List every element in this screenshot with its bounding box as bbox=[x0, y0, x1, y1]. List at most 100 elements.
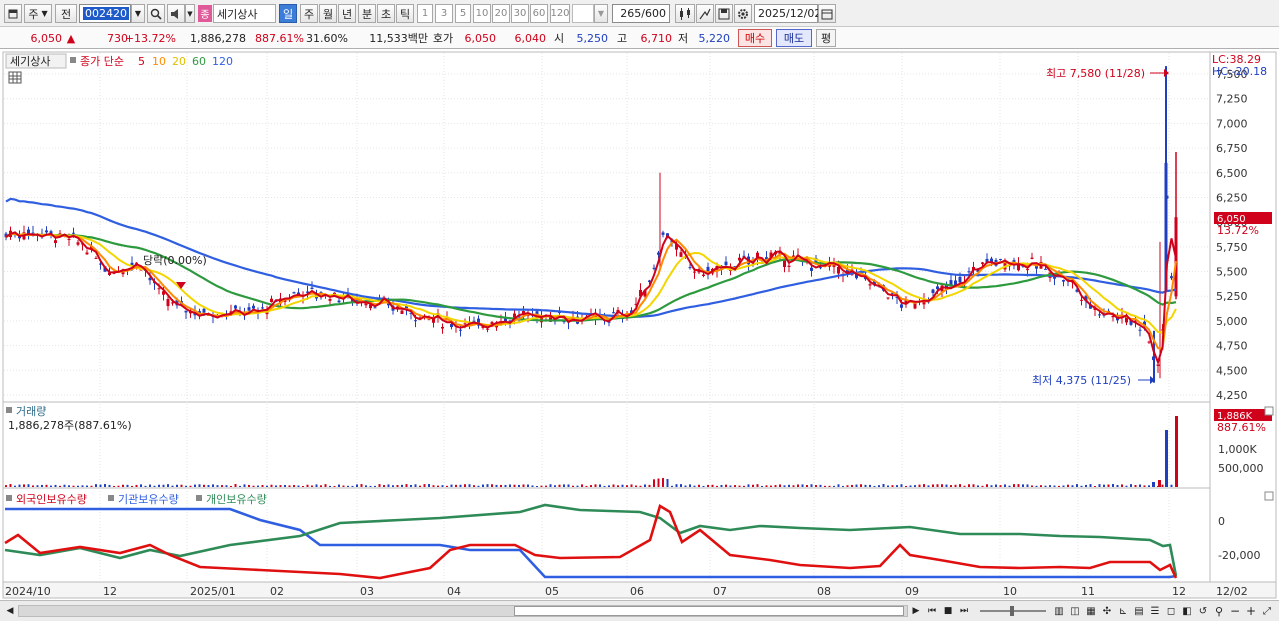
volume-bar bbox=[950, 485, 952, 487]
code-dropdown-icon[interactable]: ▼ bbox=[131, 4, 145, 23]
interval-button-8[interactable]: 120 bbox=[550, 4, 570, 23]
zoom-out-icon[interactable]: − bbox=[1228, 604, 1242, 618]
volume-bar bbox=[32, 485, 34, 487]
undo-icon[interactable]: ↺ bbox=[1196, 604, 1210, 618]
interval-button-1[interactable]: 1 bbox=[417, 4, 433, 23]
prev-button[interactable]: 전 bbox=[55, 4, 77, 23]
volume-bar bbox=[1107, 484, 1110, 487]
bar-chart-icon[interactable]: ▥ bbox=[1052, 604, 1066, 618]
fast-forward-icon[interactable]: ⏭ bbox=[957, 604, 971, 618]
calendar-icon[interactable] bbox=[818, 4, 836, 23]
measure-icon[interactable]: ⊾ bbox=[1116, 604, 1130, 618]
gear-icon[interactable] bbox=[734, 4, 752, 23]
x-axis-label: 12/02 bbox=[1216, 585, 1248, 598]
period-button-2[interactable]: 주 bbox=[300, 4, 318, 23]
volume-bar bbox=[333, 485, 336, 487]
chart-area[interactable]: 7,5007,2507,0006,7506,5006,2506,0005,750… bbox=[0, 50, 1279, 600]
period-button-5[interactable]: 분 bbox=[358, 4, 376, 23]
save-icon[interactable] bbox=[715, 4, 733, 23]
volume-bar bbox=[576, 485, 579, 487]
count-input[interactable]: 265/600 bbox=[612, 4, 670, 23]
count-value: 265 bbox=[620, 7, 642, 20]
scrollbar-thumb[interactable] bbox=[514, 606, 904, 616]
volume-bar bbox=[626, 485, 628, 487]
speaker-icon[interactable] bbox=[167, 4, 185, 23]
zoom-search-icon[interactable]: ⚲ bbox=[1212, 604, 1226, 618]
grid-icon[interactable]: ▦ bbox=[1084, 604, 1098, 618]
interval-button-6[interactable]: 30 bbox=[511, 4, 529, 23]
layout-icon[interactable]: ▤ bbox=[1132, 604, 1146, 618]
volume-bar bbox=[90, 485, 93, 487]
candle-body bbox=[1147, 341, 1151, 343]
volume-value-label: 1,886,278주(887.61%) bbox=[8, 419, 132, 432]
current-price: 6,050 bbox=[30, 31, 63, 45]
period-button-3[interactable]: 월 bbox=[319, 4, 337, 23]
volume-bar bbox=[158, 484, 160, 487]
candle-body bbox=[787, 265, 791, 267]
period-button-1[interactable]: 일 bbox=[279, 4, 297, 23]
scroll-right-icon[interactable]: ▶ bbox=[910, 604, 922, 618]
crosshair-icon[interactable]: ✣ bbox=[1100, 604, 1114, 618]
interval-button-5[interactable]: 20 bbox=[492, 4, 510, 23]
interval-button-7[interactable]: 60 bbox=[530, 4, 548, 23]
volume-bar bbox=[1053, 485, 1056, 487]
stock-chart[interactable]: 7,5007,2507,0006,7506,5006,2506,0005,750… bbox=[0, 50, 1279, 600]
sell-button[interactable]: 매도 bbox=[776, 29, 812, 47]
stop-icon[interactable]: ■ bbox=[941, 604, 955, 618]
period-button-4[interactable]: 년 bbox=[338, 4, 356, 23]
list-icon[interactable]: ☰ bbox=[1148, 604, 1162, 618]
scroll-left-icon[interactable]: ◀ bbox=[4, 604, 16, 618]
window-icon[interactable]: ◻ bbox=[1164, 604, 1178, 618]
interval-button-2[interactable]: 3 bbox=[435, 4, 453, 23]
volume-bar bbox=[1040, 485, 1042, 487]
volume-bar bbox=[1031, 485, 1033, 487]
search-icon[interactable] bbox=[147, 4, 165, 23]
close-pane-icon[interactable] bbox=[1264, 406, 1274, 416]
table-icon[interactable] bbox=[8, 71, 22, 84]
volume-bar bbox=[360, 484, 363, 487]
price-pane bbox=[2, 51, 1211, 403]
candle-body bbox=[1098, 314, 1101, 316]
close-pane-icon[interactable] bbox=[1264, 491, 1274, 501]
price-change: 730 bbox=[107, 31, 128, 45]
evaluation-button[interactable]: 평 bbox=[816, 29, 836, 47]
speaker-dropdown-icon[interactable]: ▼ bbox=[185, 4, 195, 23]
volume-bar bbox=[824, 485, 826, 487]
stock-code-input[interactable]: 002420 bbox=[79, 4, 131, 23]
interval-button-3[interactable]: 5 bbox=[455, 4, 471, 23]
volume-bar bbox=[351, 485, 354, 487]
candle-type-icon[interactable] bbox=[675, 4, 695, 23]
period-button-6[interactable]: 초 bbox=[377, 4, 395, 23]
volume-bar bbox=[185, 485, 187, 487]
buy-button[interactable]: 매수 bbox=[738, 29, 772, 47]
candle-body bbox=[783, 259, 786, 268]
zoom-slider[interactable] bbox=[978, 605, 1048, 617]
split-view-icon[interactable]: ◫ bbox=[1068, 604, 1082, 618]
volume-bar bbox=[959, 484, 961, 487]
rewind-icon[interactable]: ⏮ bbox=[925, 604, 939, 618]
date-input[interactable]: 2025/12/02 bbox=[754, 4, 821, 23]
stock-name: 세기상사 bbox=[217, 7, 258, 21]
legend-foreign-holdings: 외국인보유수량 bbox=[16, 493, 87, 506]
volume-bar bbox=[1049, 485, 1051, 487]
candle-body bbox=[1138, 329, 1142, 331]
volume-bar bbox=[342, 485, 345, 487]
x-axis-label: 04 bbox=[447, 585, 461, 598]
window-menu-icon[interactable] bbox=[4, 4, 22, 23]
volume-bar bbox=[122, 484, 124, 487]
fit-icon[interactable]: ⤢ bbox=[1260, 604, 1274, 618]
volume-bar bbox=[540, 485, 543, 487]
moving-average-lines bbox=[5, 197, 1177, 366]
volume-bar bbox=[986, 484, 988, 487]
zoom-in-icon[interactable]: + bbox=[1244, 604, 1258, 618]
interval-dropdown-icon[interactable]: ▼ bbox=[594, 4, 608, 23]
period-select[interactable]: 주 ▼ bbox=[24, 4, 52, 23]
horizontal-scrollbar[interactable] bbox=[18, 605, 908, 617]
period-button-7[interactable]: 틱 bbox=[396, 4, 414, 23]
interval-custom-input[interactable] bbox=[572, 4, 594, 23]
volume-bar bbox=[869, 484, 871, 487]
interval-button-4[interactable]: 10 bbox=[473, 4, 491, 23]
drawing-tool-icon[interactable] bbox=[696, 4, 714, 23]
toggle-icon[interactable]: ◧ bbox=[1180, 604, 1194, 618]
stock-name-field[interactable]: 세기상사 bbox=[213, 4, 276, 23]
